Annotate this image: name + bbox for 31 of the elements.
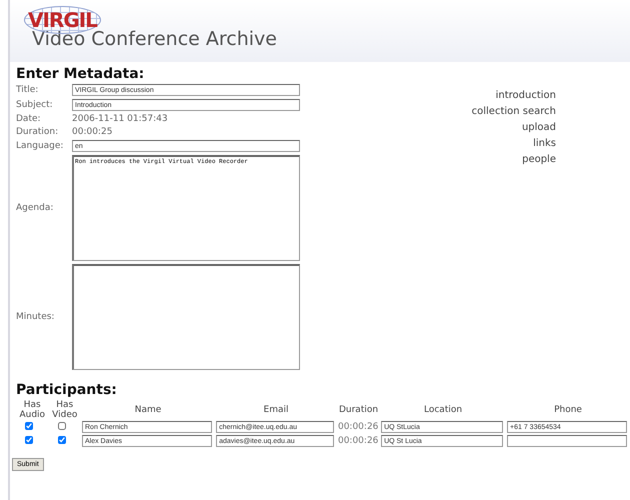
field-label: Agenda: [16,203,54,213]
nav-link[interactable]: introduction [496,90,556,101]
field-label: Date: [16,114,42,124]
nav-link[interactable]: links [533,138,556,149]
field-label: Duration: [16,127,60,137]
column-header: Name [134,405,162,415]
video-checkbox[interactable] [58,422,66,430]
field-value: 00:00:25 [72,127,114,137]
column-header: Phone [554,405,582,415]
nav-link[interactable]: collection search [472,106,556,117]
column-header: Location [424,405,462,415]
nav-link[interactable]: people [522,154,556,165]
field-label: Title: [16,85,40,95]
field-label: Language: [16,141,64,151]
audio-checkbox[interactable] [25,422,33,430]
text-area[interactable] [72,264,300,370]
field-label: Subject: [16,100,54,110]
column-header: Has Audio [18,400,46,420]
phone-field[interactable] [507,435,628,447]
section-heading: Participants: [16,382,118,398]
section-heading: Enter Metadata: [16,66,146,82]
column-header: Duration [338,405,378,415]
column-header: Has Video [51,400,78,420]
field-label: Minutes: [16,312,56,322]
audio-checkbox[interactable] [25,436,33,444]
nav-link[interactable]: upload [522,122,556,133]
column-header: Email [264,405,289,415]
video-checkbox[interactable] [58,436,66,444]
duration-text: 00:00:26 [338,422,378,432]
field-value: 2006-11-11 01:57:43 [72,114,169,124]
duration-text: 00:00:26 [338,436,378,446]
